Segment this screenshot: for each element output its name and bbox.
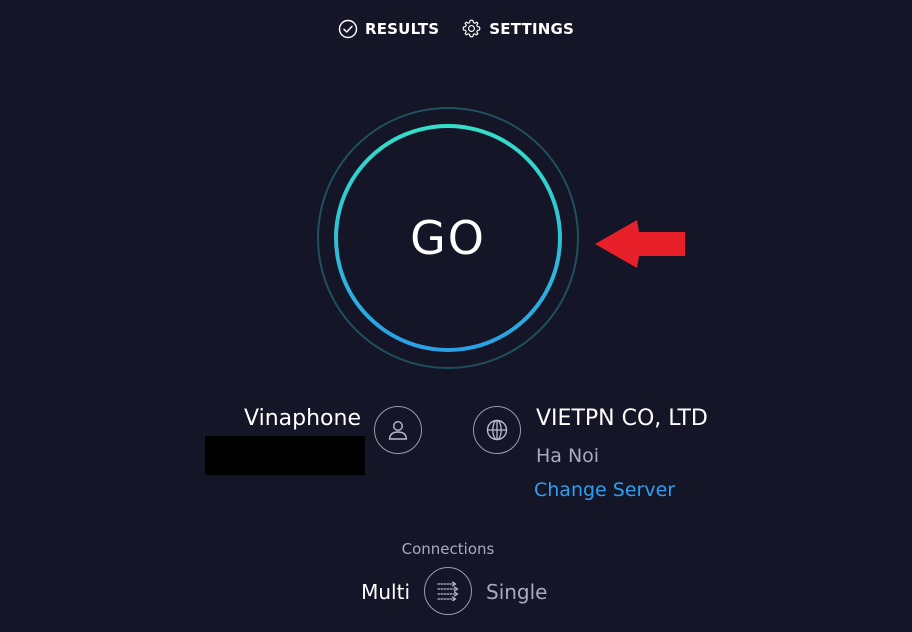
settings-label: SETTINGS <box>489 19 574 38</box>
speedtest-page: RESULTS SETTINGS GO Vinaphone VIETPN CO,… <box>0 0 912 632</box>
results-nav-item[interactable]: RESULTS <box>338 18 439 39</box>
connections-label: Connections <box>401 540 495 558</box>
isp-name: Vinaphone <box>244 406 361 431</box>
change-server-link[interactable]: Change Server <box>534 479 675 501</box>
redacted-ip-block <box>205 436 365 475</box>
globe-icon[interactable] <box>473 406 521 454</box>
red-arrow-icon <box>595 220 687 272</box>
results-label: RESULTS <box>364 19 440 38</box>
connections-single-option[interactable]: Single <box>486 580 547 604</box>
connections-multi-option[interactable]: Multi <box>361 580 410 604</box>
settings-nav-item[interactable]: SETTINGS <box>461 18 574 39</box>
server-location: Ha Noi <box>536 445 600 467</box>
top-nav: RESULTS SETTINGS <box>0 18 912 39</box>
gear-icon <box>461 18 482 39</box>
server-name: VIETPN CO, LTD <box>536 406 708 431</box>
go-button[interactable]: GO <box>334 124 562 352</box>
check-circle-icon <box>338 19 358 39</box>
user-icon <box>374 406 422 454</box>
go-button-face: GO <box>338 128 558 348</box>
multi-connection-icon[interactable] <box>424 567 472 615</box>
go-label: GO <box>410 211 486 265</box>
